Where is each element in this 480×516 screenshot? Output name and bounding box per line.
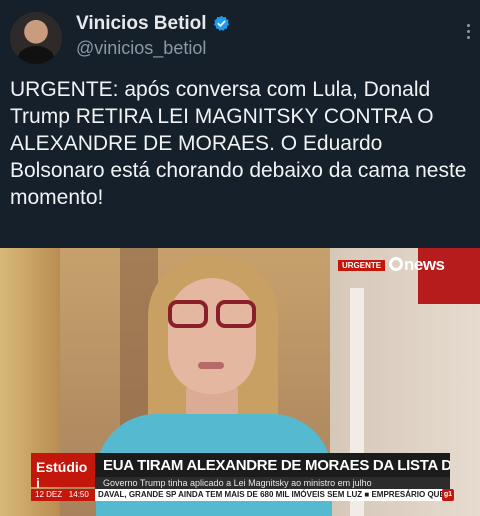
more-options-icon[interactable] [466, 24, 472, 42]
post-media-video-frame[interactable]: URGENTE news Estúdio i EUA TIRAM ALEXAND… [0, 248, 480, 516]
urgent-badge: URGENTE [338, 260, 386, 271]
presenter-glasses [168, 300, 260, 330]
post-header: Vinicios Betiol @vinicios_betiol [0, 0, 480, 72]
author-display-name[interactable]: Vinicios Betiol [76, 13, 207, 35]
presenter-lips [198, 362, 224, 369]
presenter-face [168, 278, 256, 394]
g1-logo-icon: g1 [442, 489, 454, 501]
globo-ring-icon [389, 257, 403, 271]
news-headline: EUA TIRAM ALEXANDRE DE MORAES DA LISTA D… [95, 453, 450, 477]
news-ticker: DAVAL, GRANDE SP AINDA TEM MAIS DE 680 M… [95, 489, 442, 501]
post-text: URGENTE: após conversa com Lula, Donald … [10, 78, 467, 209]
verified-badge-icon [213, 15, 230, 31]
avatar[interactable] [10, 12, 62, 64]
globonews-logo: news [389, 255, 445, 275]
program-name: Estúdio i [31, 453, 95, 491]
author-handle[interactable]: @vinicios_betiol [76, 38, 206, 59]
date-time: 12 DEZ 14:50 [31, 489, 95, 501]
news-subheadline: Governo Trump tinha aplicado a Lei Magni… [95, 477, 450, 489]
